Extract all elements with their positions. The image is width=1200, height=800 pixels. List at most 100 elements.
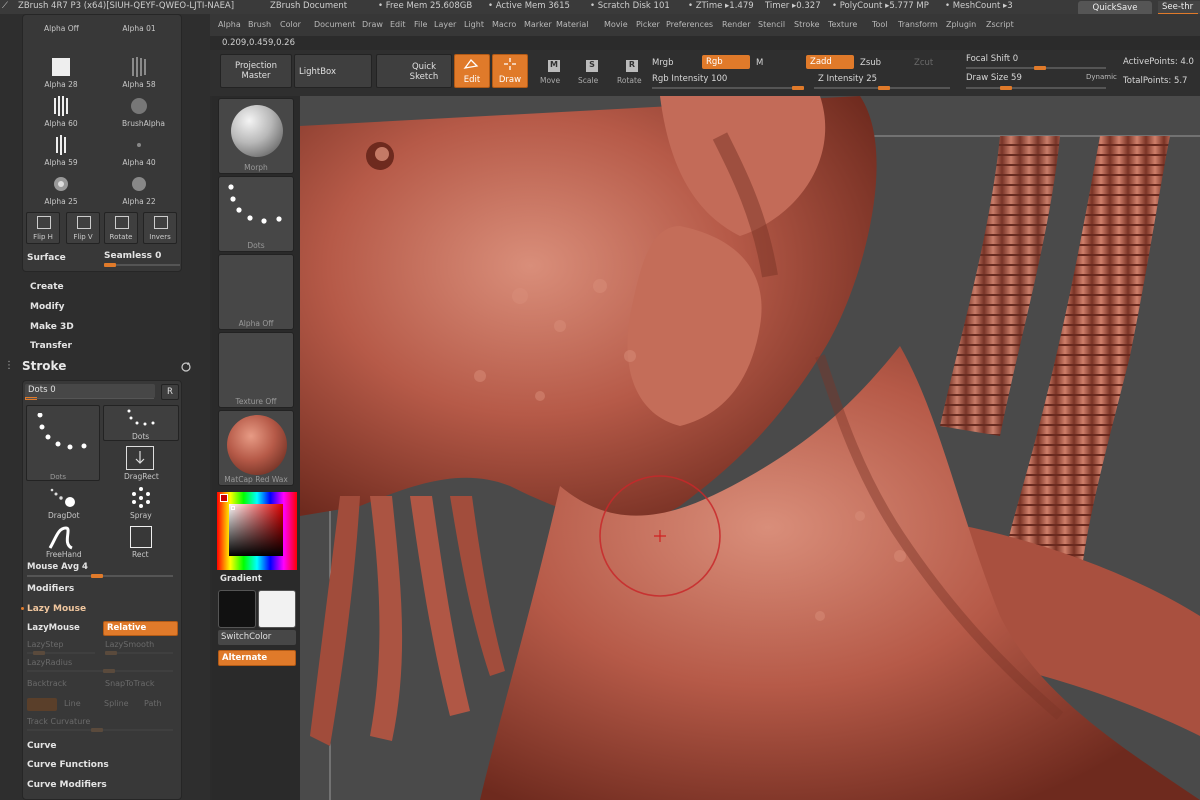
menu-movie[interactable]: Movie	[604, 20, 628, 29]
draw-size-slider[interactable]	[966, 86, 1106, 90]
menu-stencil[interactable]: Stencil	[758, 20, 785, 29]
alpha-25-icon[interactable]	[49, 172, 73, 196]
color-saturation-square[interactable]	[229, 504, 283, 556]
rotate-button[interactable]: Rotate	[617, 76, 642, 85]
projection-master-button[interactable]: Projection Master	[220, 54, 292, 88]
reset-r-button[interactable]: R	[161, 384, 179, 400]
alpha-swatch[interactable]: Alpha Off	[218, 254, 294, 330]
refresh-icon[interactable]	[180, 361, 192, 373]
mrgb-button[interactable]: Mrgb	[652, 58, 673, 68]
curve-modifiers-menu[interactable]: Curve Modifiers	[27, 780, 107, 790]
alpha-60-icon[interactable]	[49, 94, 73, 118]
menu-stroke[interactable]: Stroke	[794, 20, 820, 29]
move-button[interactable]: Move	[540, 76, 560, 85]
rgb-button[interactable]: Rgb	[702, 55, 750, 69]
alpha-label: Alpha 60	[44, 119, 78, 128]
focal-shift-slider[interactable]	[966, 66, 1106, 70]
flip-h-button[interactable]: Flip H	[26, 212, 60, 244]
modifiers-menu[interactable]: Modifiers	[27, 584, 74, 594]
dynamic-toggle[interactable]: Dynamic	[1086, 73, 1117, 81]
curve-menu[interactable]: Curve	[27, 741, 56, 751]
texture-swatch[interactable]: Texture Off	[218, 332, 294, 408]
plane-toggle[interactable]	[27, 698, 57, 711]
alpha-58-icon[interactable]	[127, 55, 151, 79]
flip-v-button[interactable]: Flip V	[66, 212, 100, 244]
menu-edit[interactable]: Edit	[390, 20, 406, 29]
seamless-slider[interactable]	[104, 263, 180, 267]
mouse-avg-slider[interactable]	[27, 574, 173, 578]
scale-button[interactable]: Scale	[578, 76, 598, 85]
create-menu[interactable]: Create	[30, 282, 64, 292]
switchcolor-button[interactable]: SwitchColor	[218, 630, 296, 645]
menu-zplugin[interactable]: Zplugin	[946, 20, 976, 29]
matcap-swatch[interactable]: MatCap Red Wax	[218, 410, 294, 486]
m-button[interactable]: M	[756, 58, 763, 68]
main-color-swatch[interactable]	[218, 590, 256, 628]
lightbox-button[interactable]: LightBox	[294, 54, 372, 88]
alpha-59-icon[interactable]	[49, 133, 73, 157]
dots-slider[interactable]: Dots 0	[25, 384, 155, 400]
zadd-button[interactable]: Zadd	[806, 55, 854, 69]
material-swatch[interactable]: Morph	[218, 98, 294, 174]
make-3d-menu[interactable]: Make 3D	[30, 322, 74, 332]
curve-functions-menu[interactable]: Curve Functions	[27, 760, 109, 770]
rect-icon[interactable]	[130, 526, 152, 548]
menu-brush[interactable]: Brush	[248, 20, 271, 29]
menu-layer[interactable]: Layer	[434, 20, 456, 29]
menu-color[interactable]: Color	[280, 20, 301, 29]
rotate-alpha-button[interactable]: Rotate	[104, 212, 138, 244]
menu-light[interactable]: Light	[464, 20, 484, 29]
spline-toggle[interactable]: Spline	[104, 699, 129, 708]
brushalpha-icon[interactable]	[127, 94, 151, 118]
dots-option-label: Dots	[132, 432, 150, 441]
lazyradius-slider[interactable]	[27, 669, 173, 673]
menu-transform[interactable]: Transform	[898, 20, 938, 29]
track-curvature-slider[interactable]	[27, 728, 173, 732]
lazystep-slider[interactable]	[27, 651, 95, 655]
menu-draw[interactable]: Draw	[362, 20, 383, 29]
snaptotrack-toggle[interactable]: SnapToTrack	[105, 679, 154, 688]
dragdot-icon[interactable]	[46, 486, 78, 510]
menu-tool[interactable]: Tool	[872, 20, 888, 29]
stroke-swatch[interactable]: Dots	[218, 176, 294, 252]
path-toggle[interactable]: Path	[144, 699, 162, 708]
menu-render[interactable]: Render	[722, 20, 750, 29]
alternate-button[interactable]: Alternate	[218, 650, 296, 666]
stroke-palette-title[interactable]: Stroke	[22, 359, 66, 373]
mouse-avg-label: Mouse Avg 4	[27, 562, 88, 572]
lazy-mouse-menu[interactable]: Lazy Mouse	[27, 604, 86, 614]
quick-sketch-button[interactable]: Quick Sketch	[376, 54, 452, 88]
document-canvas[interactable]	[300, 96, 1200, 800]
alpha-40-icon[interactable]	[127, 133, 151, 157]
gradient-toggle[interactable]: Gradient	[220, 574, 262, 584]
menu-picker[interactable]: Picker	[636, 20, 660, 29]
menu-file[interactable]: File	[414, 20, 427, 29]
menu-alpha[interactable]: Alpha	[218, 20, 241, 29]
menu-preferences[interactable]: Preferences	[666, 20, 713, 29]
menu-marker[interactable]: Marker	[524, 20, 552, 29]
menu-material[interactable]: Material	[556, 20, 589, 29]
menu-texture[interactable]: Texture	[828, 20, 857, 29]
invert-button[interactable]: Invers	[143, 212, 177, 244]
alpha-tool-label: Invers	[149, 233, 171, 241]
lazymouse-toggle[interactable]: LazyMouse	[27, 623, 80, 633]
zsub-button[interactable]: Zsub	[860, 58, 881, 68]
z-intensity-slider[interactable]	[814, 86, 950, 90]
dragrect-icon[interactable]	[126, 446, 154, 470]
modify-menu[interactable]: Modify	[30, 302, 64, 312]
rgb-intensity-slider[interactable]	[652, 86, 804, 90]
alpha-28-icon[interactable]	[49, 55, 73, 79]
lazysmooth-slider[interactable]	[105, 651, 173, 655]
zcut-button[interactable]: Zcut	[914, 58, 933, 68]
backtrack-toggle[interactable]: Backtrack	[27, 679, 67, 688]
menu-document[interactable]: Document	[314, 20, 355, 29]
freehand-icon[interactable]	[46, 524, 78, 552]
alpha-22-icon[interactable]	[127, 172, 151, 196]
spray-icon[interactable]	[128, 486, 154, 510]
line-toggle[interactable]: Line	[64, 699, 81, 708]
relative-toggle[interactable]: Relative	[103, 621, 178, 636]
secondary-color-swatch[interactable]	[258, 590, 296, 628]
transfer-menu[interactable]: Transfer	[30, 341, 72, 351]
menu-macro[interactable]: Macro	[492, 20, 516, 29]
menu-zscript[interactable]: Zscript	[986, 20, 1014, 29]
